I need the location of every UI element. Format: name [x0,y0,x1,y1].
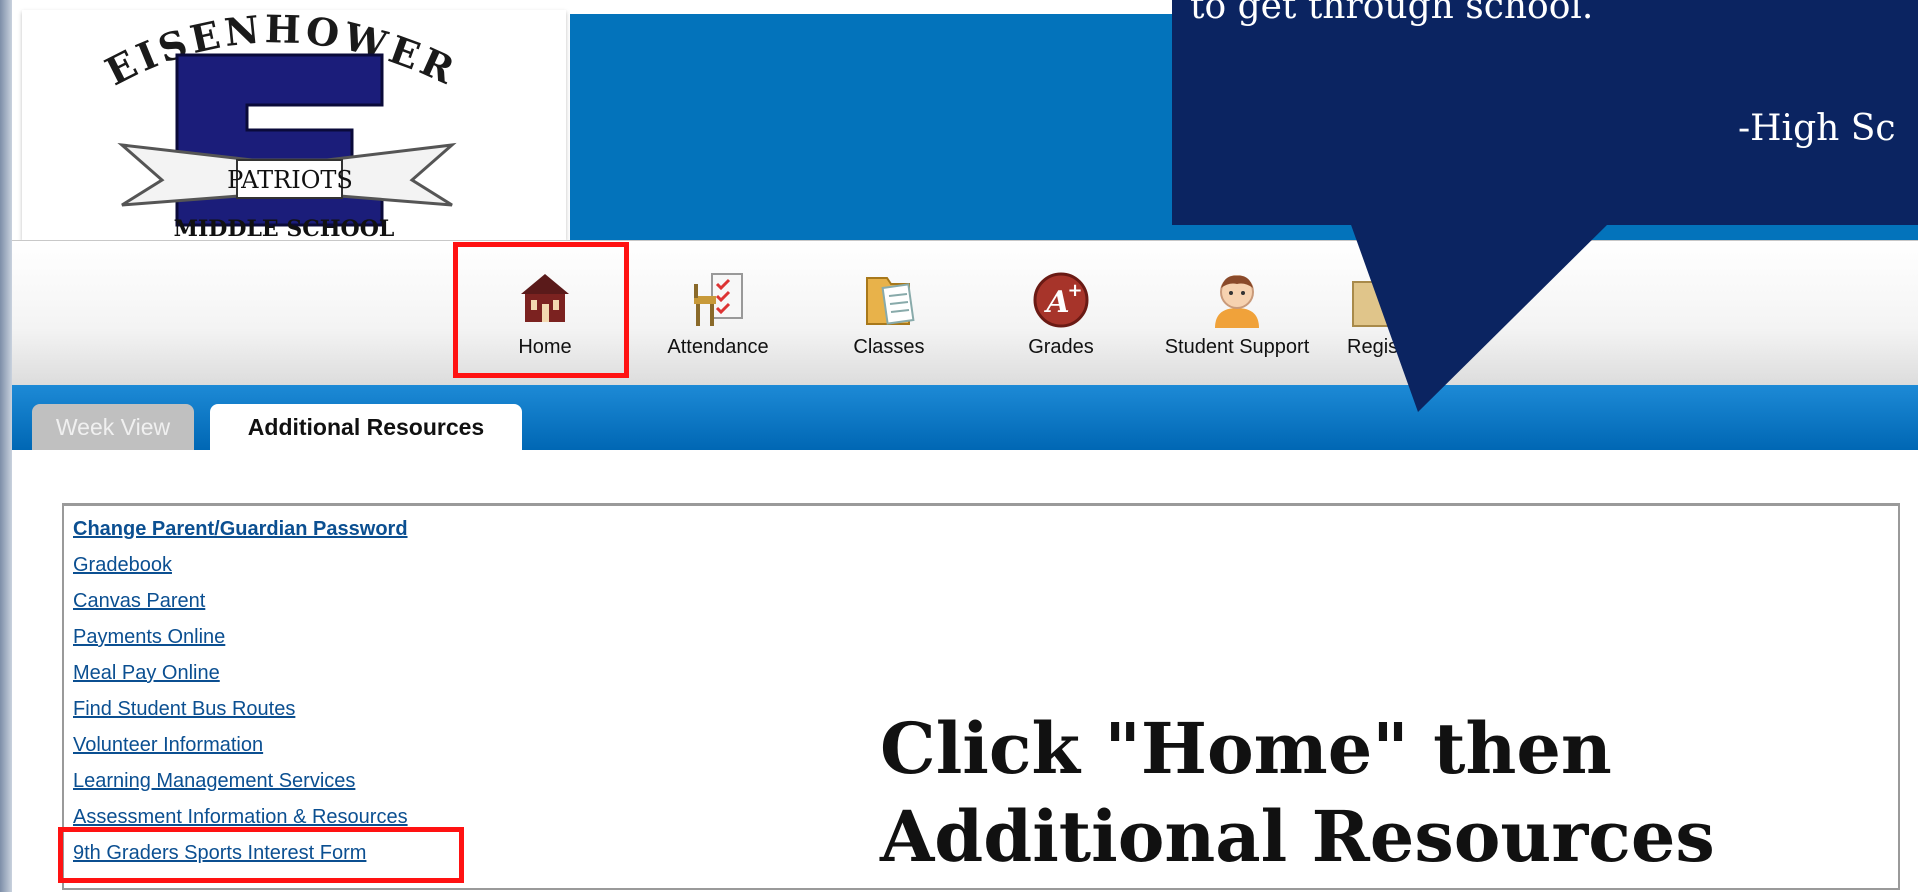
link-gradebook[interactable]: Gradebook [73,554,172,577]
nav-attendance-label: Attendance [667,336,769,358]
classes-folder-icon [859,268,919,332]
link-canvas-parent[interactable]: Canvas Parent [73,590,205,613]
link-bus-routes[interactable]: Find Student Bus Routes [73,698,295,721]
nav-grades[interactable]: A + Grades [986,258,1136,378]
svg-text:A: A [1043,285,1069,320]
nav-student-support-label: Student Support [1164,336,1310,358]
callout-text-line-1: to get through school. [1190,0,1594,27]
nav-classes-label: Classes [853,336,925,358]
instruction-line-1: Click "Home" then [880,707,1612,790]
sports-form-highlight-box [58,827,464,883]
nav-registration-label: Regis [1347,336,1399,358]
nav-attendance[interactable]: Attendance [643,258,793,378]
link-volunteer-information[interactable]: Volunteer Information [73,734,263,757]
logo-mascot: PATRIOTS [227,166,353,194]
tab-week-view[interactable]: Week View [32,404,194,450]
eisenhower-logo-graphic: EISENHOWER PATRIOTS MIDDLE SCHOOL [98,6,461,242]
student-support-icon [1207,268,1267,332]
nav-student-support[interactable]: Student Support [1152,258,1322,378]
instruction-overlay: Click "Home" then Additional Resources [880,705,1880,881]
logo-school-type: MIDDLE SCHOOL [174,216,395,240]
grades-a-plus-icon: A + [1031,268,1091,332]
main-nav-bar [12,240,1918,386]
nav-classes[interactable]: Classes [814,258,964,378]
home-highlight-box [453,242,629,378]
window-left-edge [0,0,12,892]
attendance-checklist-icon [688,268,748,332]
svg-text:+: + [1067,280,1082,301]
callout-text-line-2: -High Sc [1738,108,1896,149]
nav-registration[interactable]: Regis [1335,258,1405,378]
registration-icon [1343,268,1403,332]
tab-additional-resources[interactable]: Additional Resources [210,404,522,450]
link-meal-pay-online[interactable]: Meal Pay Online [73,662,220,685]
instruction-line-2: Additional Resources [880,795,1715,878]
link-change-password[interactable]: Change Parent/Guardian Password [73,518,408,541]
nav-grades-label: Grades [1028,336,1094,358]
link-payments-online[interactable]: Payments Online [73,626,225,649]
link-learning-management[interactable]: Learning Management Services [73,770,355,793]
link-assessment-information[interactable]: Assessment Information & Resources [73,806,408,829]
school-logo[interactable]: EISENHOWER PATRIOTS MIDDLE SCHOOL [22,6,566,242]
